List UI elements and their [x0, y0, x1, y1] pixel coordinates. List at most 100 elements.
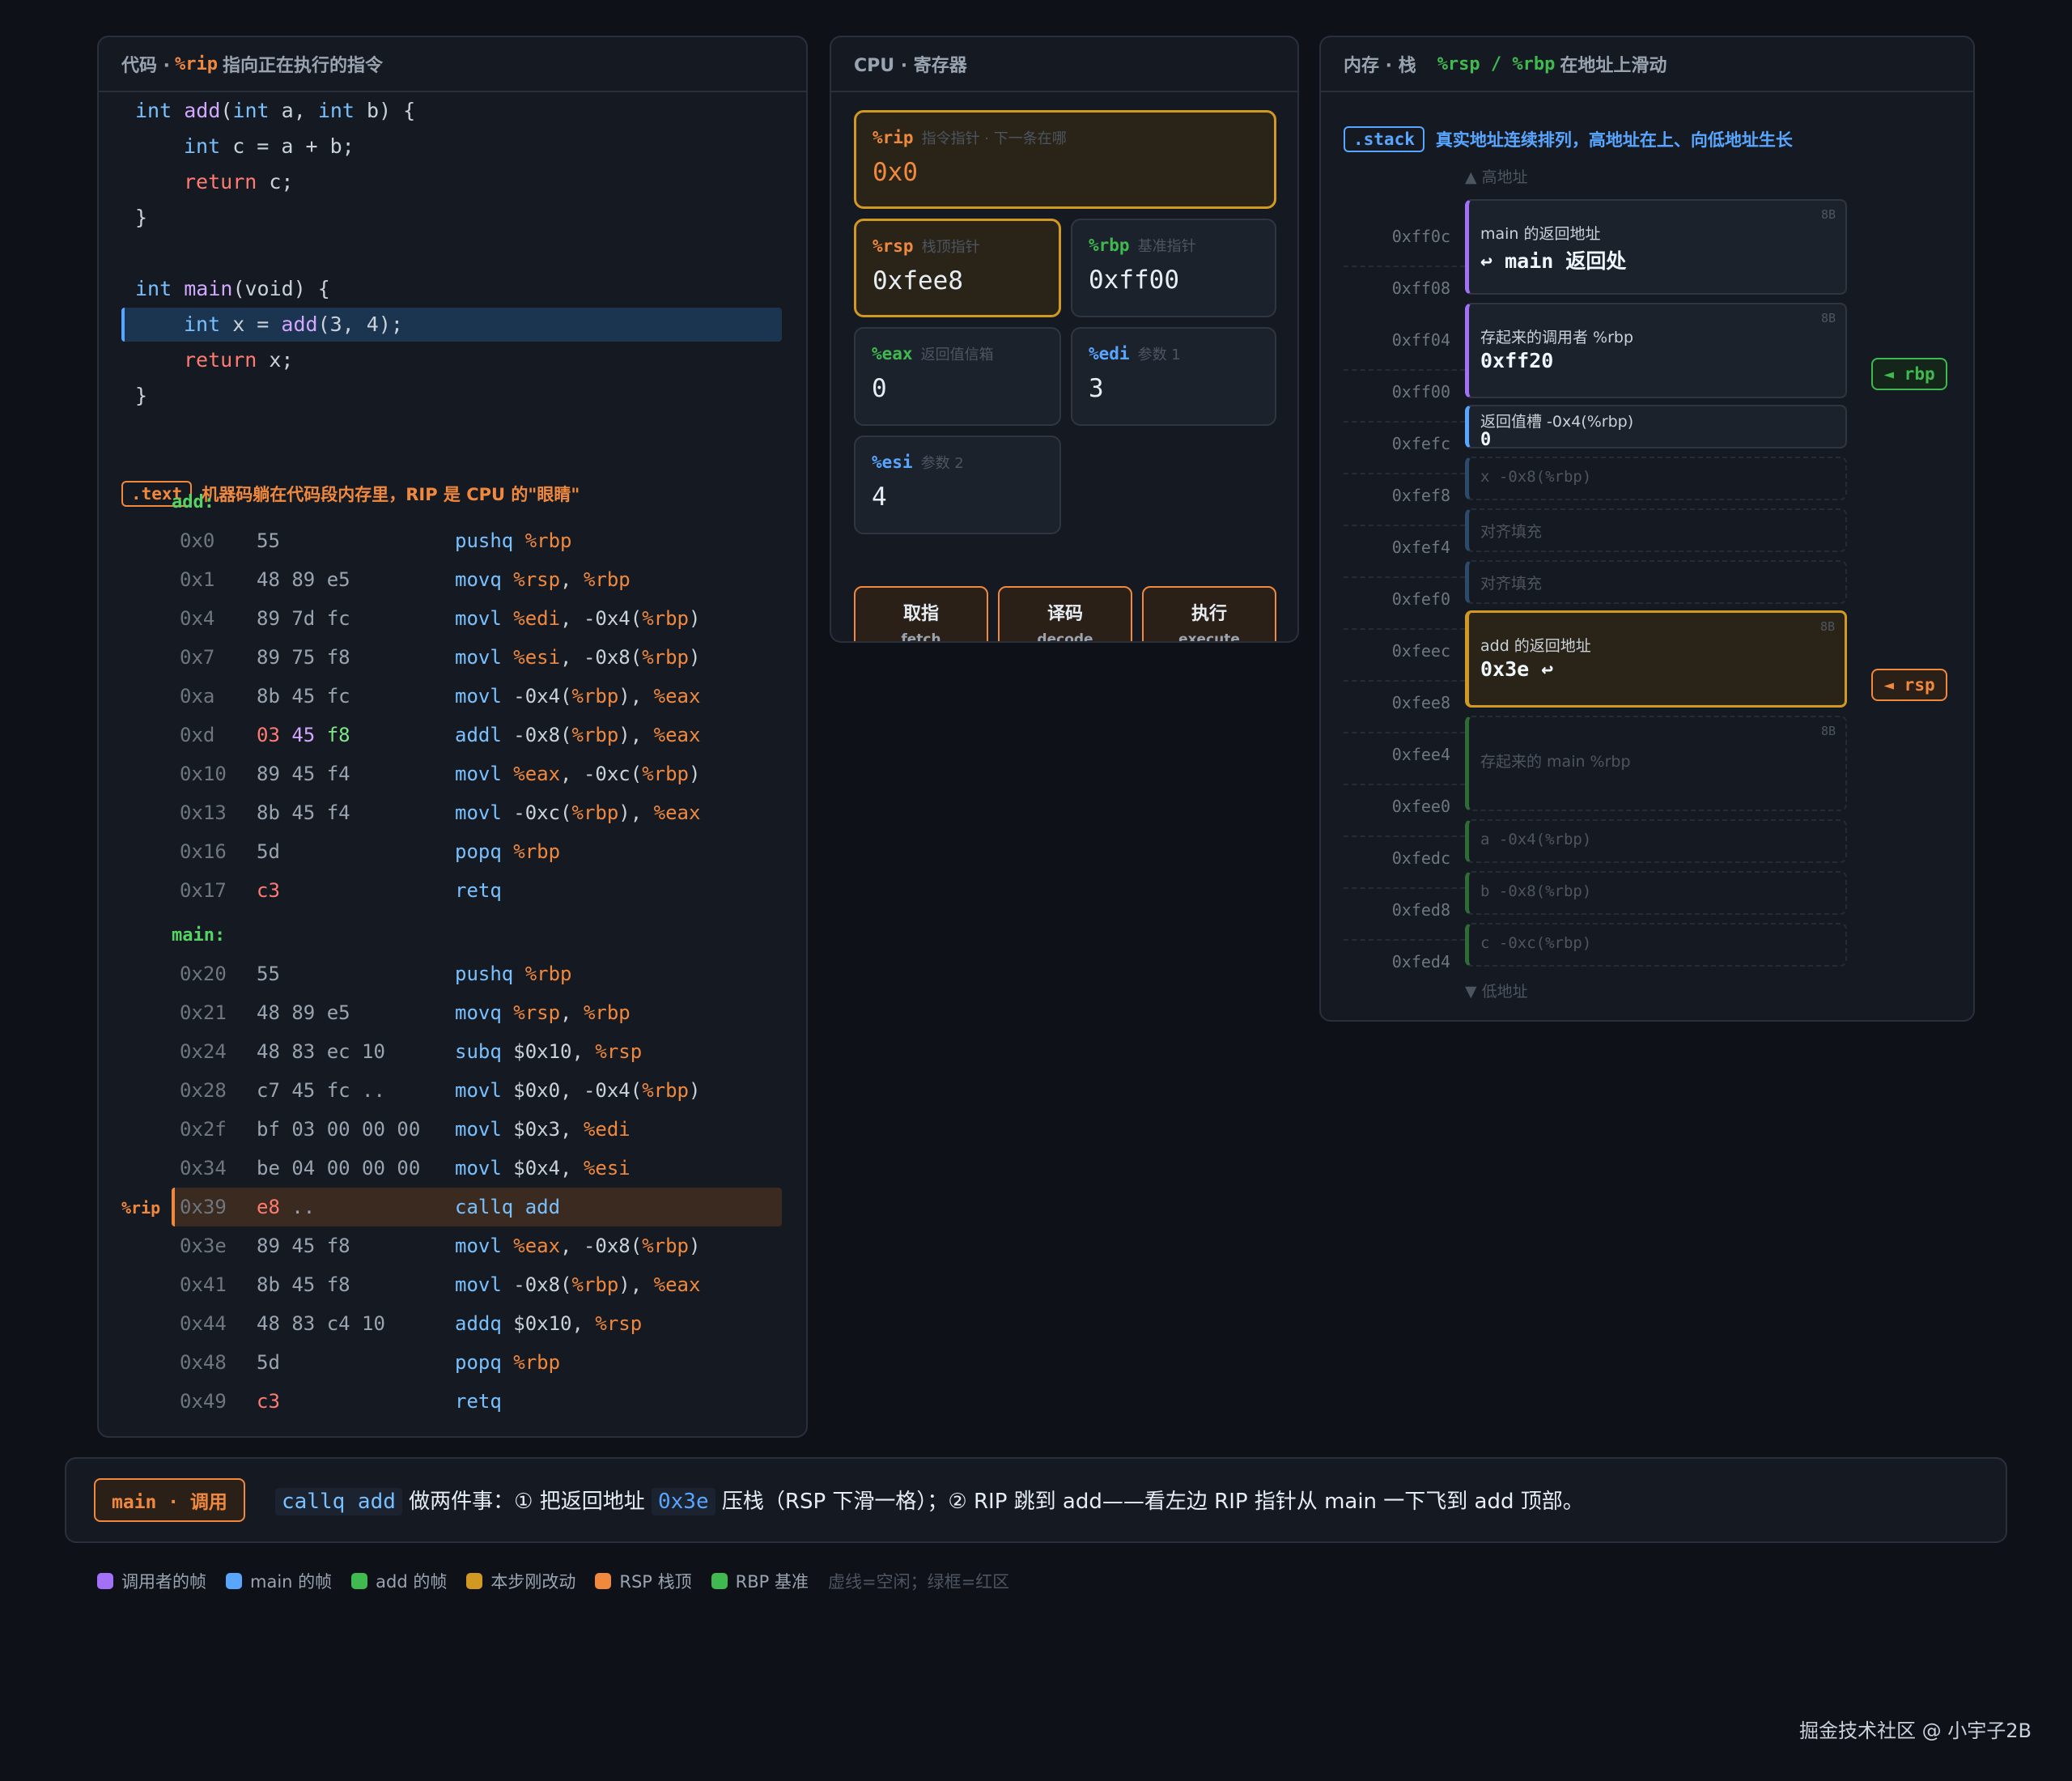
main-label: main: [172, 925, 226, 946]
stack-address: 0xff08 [1391, 278, 1450, 298]
asm-bytes: bf 03 00 00 00 [257, 1118, 421, 1141]
asm-bytes: 5d [257, 1351, 280, 1374]
stack-cell-saved-rbp: 8B 存起来的调用者 %rbp 0xff20 [1465, 303, 1847, 398]
asm-address: 0xa [180, 685, 215, 708]
asm-address: 0x4 [180, 607, 215, 630]
asm-address: 0x2f [180, 1118, 227, 1141]
register-rip: %rip 指令指针 · 下一条在哪 0x0 [854, 110, 1276, 209]
address-divider [1344, 266, 1465, 267]
asm-row: 0x17 c3 retq [99, 871, 782, 910]
add-label: add: [172, 492, 214, 512]
asm-row: 0x1 48 89 e5 movq %rsp, %rbp [99, 560, 782, 599]
watermark: 掘金技术社区 @ 小宇子2B [1799, 1719, 2032, 1742]
asm-bytes: 8b 45 fc [257, 685, 350, 708]
stack-cell-x: x -0x8(%rbp) [1465, 457, 1847, 500]
asm-bytes: be 04 00 00 00 [257, 1157, 421, 1180]
stack-address: 0xfef0 [1391, 589, 1450, 609]
step-text-2: 压栈（RSP 下滑一格）；② RIP 跳到 add——看左边 RIP 指针从 m… [721, 1490, 1584, 1514]
asm-instruction: movl -0xc(%rbp), %eax [455, 801, 701, 824]
source-line-current: int x = add(3, 4); [121, 308, 782, 342]
asm-bytes: 5d [257, 840, 280, 863]
source-line: } [135, 206, 148, 229]
asm-instruction: movl -0x8(%rbp), %eax [455, 1273, 701, 1296]
reg-name: %rbp [1089, 236, 1130, 255]
asm-row: 0x28 c7 45 fc .. movl $0x0, -0x4(%rbp) [99, 1071, 782, 1110]
asm-address: 0x24 [180, 1040, 227, 1063]
asm-bytes: 55 [257, 963, 280, 985]
asm-row: 0x34 be 04 00 00 00 movl $0x4, %esi [99, 1149, 782, 1188]
stack-cell-pad: 对齐填充 [1465, 508, 1847, 552]
reg-desc: 返回值信箱 [920, 346, 994, 363]
asm-address: 0x0 [180, 529, 215, 552]
asm-bytes: 48 83 ec 10 [257, 1040, 385, 1063]
asm-instruction: addl -0x8(%rbp), %eax [455, 724, 701, 746]
asm-instruction: popq %rbp [455, 1351, 561, 1374]
stack-cell-a: a -0x4(%rbp) [1465, 819, 1847, 863]
asm-row-current: 0x39 e8 .. callq add [172, 1188, 782, 1226]
stack-title-regs: %rsp / %rbp [1437, 53, 1556, 74]
reg-name: %eax [872, 344, 913, 363]
stage-fetch-button[interactable]: 取指 fetch [854, 586, 988, 641]
legend-label: RSP 栈顶 [619, 1572, 692, 1592]
register-eax: %eax 返回值信箱 0 [854, 327, 1061, 426]
legend-swatch [595, 1573, 612, 1589]
stack-cell-pad: 对齐填充 [1465, 560, 1847, 604]
stack-address: 0xfef8 [1391, 486, 1450, 505]
step-description-bar: main · 调用 callq add 做两件事：① 把返回地址 0x3e 压栈… [65, 1457, 2007, 1543]
rsp-pointer: ◄ rsp [1871, 669, 1947, 701]
reg-name: %edi [1089, 344, 1130, 363]
stack-address: 0xfed8 [1391, 900, 1450, 920]
address-divider [1344, 628, 1465, 630]
legend-item: 本步刚改动 [466, 1569, 575, 1593]
code-title-suffix: 指向正在执行的指令 [223, 56, 384, 76]
address-divider [1344, 732, 1465, 733]
address-divider [1344, 369, 1465, 371]
asm-bytes: 48 89 e5 [257, 568, 350, 591]
address-divider [1344, 680, 1465, 682]
asm-row: 0x0 55 pushq %rbp [99, 521, 782, 560]
stack-address: 0xfedc [1391, 848, 1450, 868]
reg-name: %esi [872, 453, 913, 472]
asm-instruction: movl -0x4(%rbp), %eax [455, 685, 701, 708]
reg-desc: 参数 2 [920, 455, 964, 472]
address-divider [1344, 939, 1465, 941]
address-divider [1344, 525, 1465, 526]
asm-bytes: c3 [257, 1390, 280, 1413]
code-panel-header: 代码 · %rip 指向正在执行的指令 [99, 37, 806, 92]
stage-execute-button[interactable]: 执行 execute [1142, 586, 1276, 641]
asm-instruction: callq add [455, 1196, 561, 1218]
cpu-panel-header: CPU · 寄存器 [831, 37, 1297, 92]
source-line: return c; [184, 170, 294, 193]
register-rsp: %rsp 栈顶指针 0xfee8 [854, 219, 1061, 317]
address-divider [1344, 835, 1465, 837]
source-line: int c = a + b; [184, 134, 355, 158]
stack-cell-saved-main-rbp: 8B 存起来的 main %rbp [1465, 716, 1847, 811]
stage-decode-button[interactable]: 译码 decode [998, 586, 1132, 641]
legend-item: 调用者的帧 [97, 1569, 206, 1593]
asm-address: 0x49 [180, 1390, 227, 1413]
low-address-label: ▼ 低地址 [1465, 983, 1528, 1001]
asm-instruction: movq %rsp, %rbp [455, 1001, 631, 1024]
asm-address: 0x13 [180, 801, 227, 824]
asm-instruction: retq [455, 879, 502, 902]
asm-bytes: 48 83 c4 10 [257, 1312, 385, 1335]
asm-address: 0x34 [180, 1157, 227, 1180]
asm-instruction: movl $0x4, %esi [455, 1157, 631, 1180]
asm-address: 0xd [180, 724, 215, 746]
asm-bytes: 89 75 f8 [257, 646, 350, 669]
stack-title-prefix: 内存 · 栈 [1344, 56, 1416, 76]
asm-bytes: c3 [257, 879, 280, 902]
asm-address: 0x28 [180, 1079, 227, 1102]
legend-note: 虚线=空闲；绿框=红区 [827, 1572, 1010, 1592]
cpu-title: CPU · 寄存器 [854, 56, 967, 76]
legend-swatch [97, 1573, 113, 1589]
source-line: return x; [184, 348, 294, 372]
asm-address: 0x17 [180, 879, 227, 902]
asm-bytes: 8b 45 f8 [257, 1273, 350, 1296]
asm-bytes: 89 45 f4 [257, 763, 350, 785]
stack-cell-ret-slot: 返回值槽 -0x4(%rbp) 0 [1465, 405, 1847, 450]
step-code-callq: callq add [275, 1488, 402, 1515]
reg-value: 0xff00 [1089, 266, 1179, 295]
source-line: } [135, 384, 148, 407]
asm-row: 0x20 55 pushq %rbp [99, 954, 782, 993]
